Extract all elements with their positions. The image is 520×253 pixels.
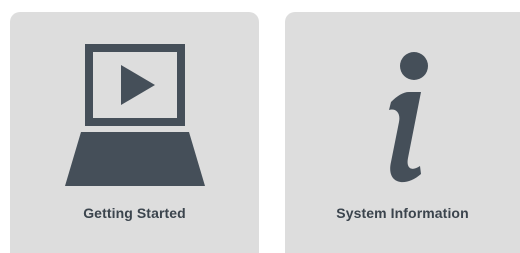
- info-icon: [285, 36, 520, 196]
- getting-started-label: Getting Started: [83, 205, 186, 221]
- laptop-play-icon: [10, 36, 259, 196]
- getting-started-tile[interactable]: Getting Started: [10, 12, 259, 253]
- system-information-tile[interactable]: System Information: [285, 12, 520, 253]
- system-information-label: System Information: [336, 205, 469, 221]
- tile-grid: Getting Started System Information: [0, 0, 520, 253]
